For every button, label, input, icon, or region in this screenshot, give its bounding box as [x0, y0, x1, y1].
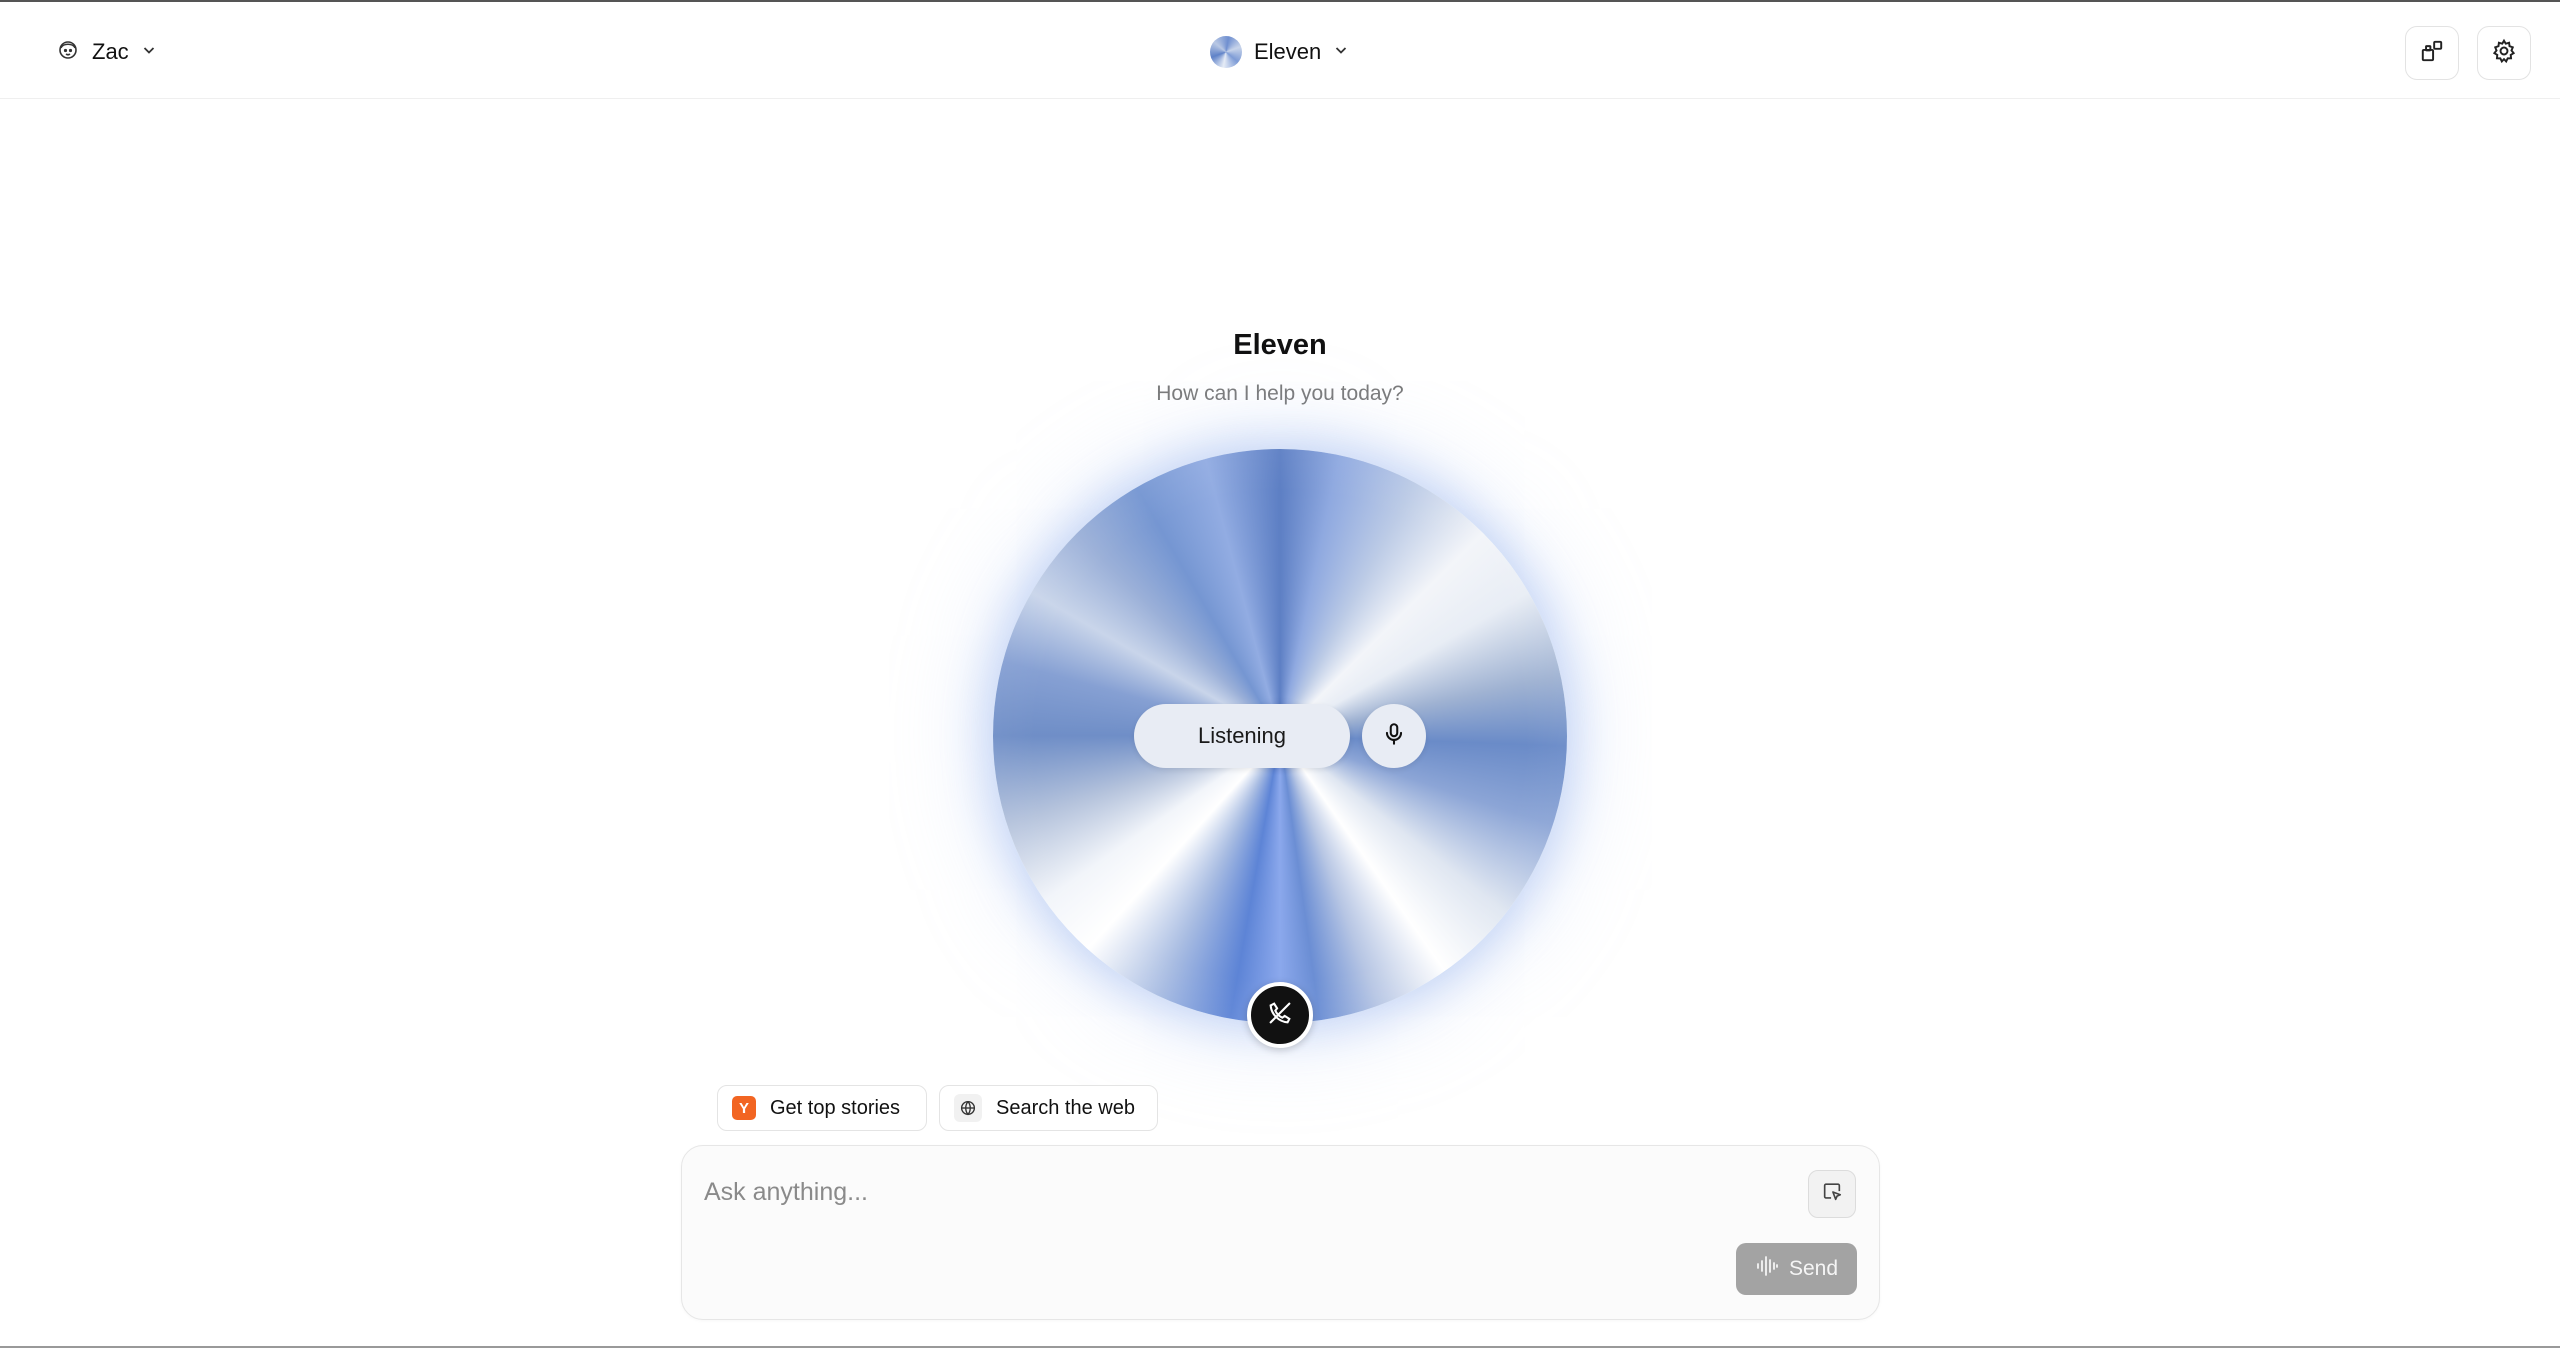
gear-icon [2491, 38, 2517, 69]
end-call-button[interactable] [1247, 982, 1313, 1048]
screen-select-button[interactable] [1808, 1170, 1856, 1218]
microphone-icon [1381, 721, 1407, 752]
listening-status-button[interactable]: Listening [1134, 704, 1350, 768]
send-button[interactable]: Send [1736, 1243, 1857, 1295]
user-menu-button[interactable]: Zac [56, 34, 157, 70]
agent-title: Eleven [1233, 329, 1327, 361]
user-name: Zac [92, 39, 129, 64]
suggestion-label: Search the web [996, 1096, 1135, 1119]
settings-button[interactable] [2477, 26, 2531, 80]
suggestion-label: Get top stories [770, 1096, 901, 1119]
app-frame: Zac Eleven Eleven How can I help you tod… [0, 0, 2560, 1348]
send-label: Send [1788, 1257, 1839, 1280]
microphone-button[interactable] [1362, 704, 1426, 768]
agent-subtitle: How can I help you today? [1156, 382, 1404, 405]
waveform-icon [1755, 1255, 1779, 1283]
widgets-icon [2419, 38, 2445, 69]
message-composer: Send [681, 1145, 1880, 1320]
suggestion-search-web[interactable]: Search the web [939, 1085, 1158, 1131]
chevron-down-icon [141, 42, 157, 63]
screen-select-icon [1821, 1181, 1843, 1208]
suggestion-top-stories[interactable]: Y Get top stories [717, 1085, 927, 1131]
agent-selector[interactable]: Eleven [1210, 32, 1349, 72]
phone-off-icon [1266, 999, 1294, 1032]
agent-name: Eleven [1254, 39, 1322, 64]
widgets-button[interactable] [2405, 26, 2459, 80]
top-bar: Zac Eleven [0, 4, 2560, 99]
y-combinator-icon: Y [732, 1096, 756, 1120]
agent-orb-icon [1210, 36, 1242, 68]
user-face-icon [56, 38, 80, 67]
web-search-icon [954, 1094, 982, 1122]
chevron-down-icon [1333, 42, 1349, 63]
ask-input[interactable] [704, 1170, 1744, 1214]
